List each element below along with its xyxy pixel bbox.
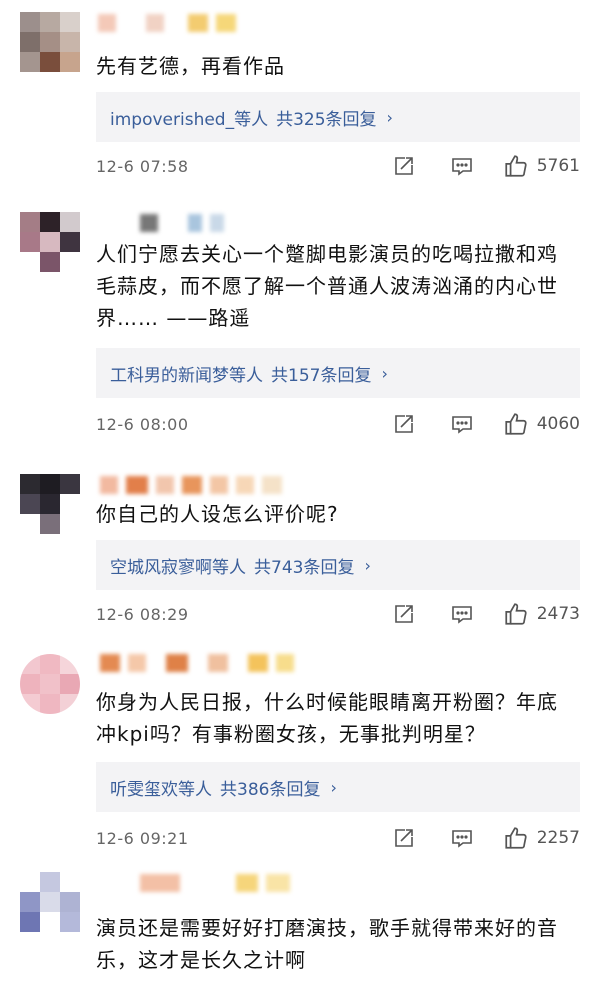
replies-summary[interactable]: 听雯玺欢等人 共386条回复 › <box>96 762 580 812</box>
reply-users: 空城风寂寥啊等人 <box>110 557 246 578</box>
comment-item: 演员还是需要好好打磨演技，歌手就得带来好的音乐，这才是长久之计啊 <box>0 864 600 985</box>
comment-text: 人们宁愿去关心一个蹩脚电影演员的吃喝拉撒和鸡毛蒜皮，而不愿了解一个普通人波涛汹涌… <box>96 242 558 330</box>
replies-summary[interactable]: 空城风寂寥啊等人 共743条回复 › <box>96 540 580 590</box>
share-icon[interactable] <box>391 411 417 437</box>
share-icon[interactable] <box>391 825 417 851</box>
comment-text: 你自己的人设怎么评价呢? <box>96 502 339 526</box>
thumbs-up-icon <box>505 827 527 849</box>
comment-meta: 12-6 07:58 5761 <box>96 152 580 180</box>
share-icon[interactable] <box>391 153 417 179</box>
thumbs-up-icon <box>505 155 527 177</box>
username[interactable] <box>98 14 236 32</box>
reply-count: 共743条回复 <box>254 557 355 578</box>
replies-summary[interactable]: 工科男的新闻梦等人 共157条回复 › <box>96 348 580 398</box>
comment-item: 人们宁愿去关心一个蹩脚电影演员的吃喝拉撒和鸡毛蒜皮，而不愿了解一个普通人波涛汹涌… <box>0 200 600 462</box>
thumbs-up-icon <box>505 603 527 625</box>
comment-item: 先有艺德，再看作品 impoverished_等人 共325条回复 › 12-6… <box>0 0 600 200</box>
comment-icon[interactable] <box>449 411 475 437</box>
like-count: 4060 <box>536 414 580 434</box>
username[interactable] <box>140 874 290 892</box>
chevron-right-icon: › <box>330 777 337 797</box>
like-button[interactable]: 2473 <box>503 601 580 627</box>
chevron-right-icon: › <box>386 107 393 127</box>
comment-text: 先有艺德，再看作品 <box>96 54 285 78</box>
avatar[interactable] <box>20 654 80 714</box>
comment-item: 你自己的人设怎么评价呢? 空城风寂寥啊等人 共743条回复 › 12-6 08:… <box>0 462 600 646</box>
like-button[interactable]: 2257 <box>503 825 580 851</box>
chevron-right-icon: › <box>381 363 388 383</box>
like-count: 5761 <box>536 156 580 176</box>
reply-users: impoverished_等人 <box>110 109 269 130</box>
username[interactable] <box>100 654 294 672</box>
timestamp: 12-6 07:58 <box>96 156 189 176</box>
comment-icon[interactable] <box>449 825 475 851</box>
like-count: 2257 <box>536 828 580 848</box>
reply-count: 共386条回复 <box>220 779 321 800</box>
reply-users: 工科男的新闻梦等人 <box>110 365 263 386</box>
like-button[interactable]: 4060 <box>503 411 580 437</box>
comment-text: 演员还是需要好好打磨演技，歌手就得带来好的音乐，这才是长久之计啊 <box>96 916 558 972</box>
comment-item: 你身为人民日报，什么时候能眼睛离开粉圈？年底冲kpi吗？有事粉圈女孩，无事批判明… <box>0 646 600 864</box>
timestamp: 12-6 08:00 <box>96 414 189 434</box>
share-icon[interactable] <box>391 601 417 627</box>
username[interactable] <box>140 214 224 232</box>
comment-icon[interactable] <box>449 601 475 627</box>
comment-meta: 12-6 09:21 2257 <box>96 824 580 852</box>
like-count: 2473 <box>536 604 580 624</box>
replies-summary[interactable]: impoverished_等人 共325条回复 › <box>96 92 580 142</box>
avatar[interactable] <box>20 12 80 72</box>
comment-meta: 12-6 08:29 2473 <box>96 600 580 628</box>
avatar[interactable] <box>20 212 80 272</box>
avatar[interactable] <box>20 474 80 534</box>
thumbs-up-icon <box>505 413 527 435</box>
reply-count: 共157条回复 <box>271 365 372 386</box>
username[interactable] <box>100 476 282 494</box>
reply-users: 听雯玺欢等人 <box>110 779 212 800</box>
reply-count: 共325条回复 <box>276 109 377 130</box>
chevron-right-icon: › <box>364 555 371 575</box>
avatar[interactable] <box>20 872 80 932</box>
like-button[interactable]: 5761 <box>503 153 580 179</box>
timestamp: 12-6 08:29 <box>96 604 189 624</box>
comment-icon[interactable] <box>449 153 475 179</box>
timestamp: 12-6 09:21 <box>96 828 189 848</box>
comment-text: 你身为人民日报，什么时候能眼睛离开粉圈？年底冲kpi吗？有事粉圈女孩，无事批判明… <box>96 690 558 746</box>
comment-meta: 12-6 08:00 4060 <box>96 410 580 438</box>
